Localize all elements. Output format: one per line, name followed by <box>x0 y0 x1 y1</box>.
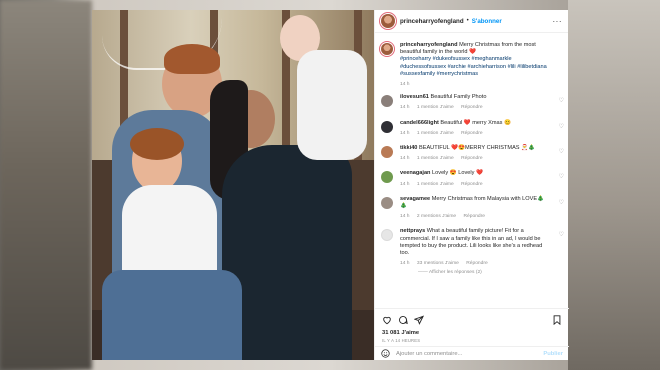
comment-username[interactable]: sevagamee <box>400 196 430 202</box>
comment-text: BEAUTIFUL ❤️😍MERRY CHRISTMAS 🎅🎄 <box>418 145 536 152</box>
comment-likes[interactable]: 1 mention J'aime <box>417 131 454 136</box>
caption-username[interactable]: princeharryofengland <box>400 42 458 48</box>
comment-likes[interactable]: 1 mention J'aime <box>417 182 454 187</box>
comment-likes[interactable]: 33 mentions J'aime <box>417 261 459 266</box>
comment-username[interactable]: veenagajan <box>400 170 430 176</box>
comment-username[interactable]: ilovesun61 <box>400 94 429 100</box>
add-comment-bar: Ajouter un commentaire... Publier <box>375 346 569 360</box>
background-blur-right <box>568 0 660 370</box>
reply-button[interactable]: Répondre <box>466 261 487 266</box>
comment-time: 14 h <box>400 261 410 267</box>
reply-button[interactable]: Répondre <box>461 182 482 187</box>
comment-text: Lovely 😍 Lovely ❤️ <box>432 170 483 177</box>
background-blur-left <box>0 0 92 370</box>
reply-button[interactable]: Répondre <box>464 214 485 219</box>
comment-username[interactable]: tikki40 <box>400 145 417 151</box>
bookmark-icon[interactable] <box>552 315 562 325</box>
comment-avatar[interactable] <box>381 146 393 159</box>
share-icon[interactable] <box>414 315 424 325</box>
comment-item: veenagajan Lovely 😍 Lovely ❤️ 14 h 1 men… <box>375 170 569 187</box>
publish-button[interactable]: Publier <box>543 351 563 357</box>
comment-avatar[interactable] <box>381 120 393 133</box>
comment-input[interactable]: Ajouter un commentaire... <box>396 351 462 357</box>
comment-username[interactable]: nettprays <box>400 228 425 234</box>
view-replies-button[interactable]: —— Afficher les réponses (2) <box>418 270 569 275</box>
post-username[interactable]: princeharryofengland <box>400 18 464 25</box>
comment-username[interactable]: candel666light <box>400 120 439 126</box>
reply-button[interactable]: Répondre <box>461 105 482 110</box>
caption-avatar[interactable] <box>381 43 393 55</box>
more-icon[interactable]: ··· <box>553 17 563 26</box>
comment-time: 14 h <box>400 181 410 187</box>
heart-icon[interactable]: ♡ <box>559 199 564 206</box>
comment-item: sevagamee Merry Christmas from Malaysia … <box>375 196 569 221</box>
post-date: IL Y A 14 HEURES <box>382 338 421 343</box>
comment-avatar[interactable] <box>381 95 393 108</box>
reply-button[interactable]: Répondre <box>461 156 482 161</box>
comment-icon[interactable] <box>398 315 408 325</box>
comment-avatar[interactable] <box>381 229 393 242</box>
heart-icon[interactable] <box>382 315 392 325</box>
heart-icon[interactable]: ♡ <box>559 231 564 238</box>
comment-time: 14 h <box>400 156 410 162</box>
comment-text: Beautiful Family Photo <box>430 94 487 101</box>
comment-time: 14 h <box>400 214 410 220</box>
comment-avatar[interactable] <box>381 171 393 184</box>
caption: princeharryofengland Merry Christmas fro… <box>375 42 569 88</box>
follow-button[interactable]: S'abonner <box>472 18 502 25</box>
caption-hashtags[interactable]: #princeharry #dukeofsussex #meghanmarkle… <box>400 56 550 78</box>
heart-icon[interactable]: ♡ <box>559 148 564 155</box>
comment-likes[interactable]: 1 mention J'aime <box>417 156 454 161</box>
comment-item: ilovesun61 Beautiful Family Photo 14 h 1… <box>375 94 569 111</box>
reply-button[interactable]: Répondre <box>461 131 482 136</box>
likes-count[interactable]: 31 081 J'aime <box>382 330 562 336</box>
caption-time: 14 h <box>400 82 410 88</box>
comment-item: candel666light Beautiful ❤️ merry Xmas 😊… <box>375 120 569 137</box>
comment-likes[interactable]: 1 mention J'aime <box>417 105 454 110</box>
comments-list[interactable]: princeharryofengland Merry Christmas fro… <box>375 33 569 308</box>
post-actions: 31 081 J'aime IL Y A 14 HEURES <box>375 308 569 343</box>
separator-dot: • <box>466 18 469 24</box>
post-photo[interactable] <box>92 10 374 360</box>
comment-item: tikki40 BEAUTIFUL ❤️😍MERRY CHRISTMAS 🎅🎄 … <box>375 145 569 162</box>
heart-icon[interactable]: ♡ <box>559 173 564 180</box>
comment-item: nettprays What a beautiful family pictur… <box>375 228 569 267</box>
comment-time: 14 h <box>400 105 410 111</box>
comment-text: Beautiful ❤️ merry Xmas 😊 <box>440 119 511 126</box>
comment-time: 14 h <box>400 130 410 136</box>
post-side-panel: princeharryofengland • S'abonner ··· pri… <box>374 10 569 360</box>
instagram-post: princeharryofengland • S'abonner ··· pri… <box>92 10 569 360</box>
heart-icon[interactable]: ♡ <box>559 123 564 130</box>
comment-likes[interactable]: 2 mentions J'aime <box>417 214 456 219</box>
heart-icon[interactable]: ♡ <box>559 97 564 104</box>
emoji-icon[interactable] <box>381 349 390 358</box>
post-header: princeharryofengland • S'abonner ··· <box>375 10 568 33</box>
comment-avatar[interactable] <box>381 196 393 209</box>
avatar[interactable] <box>381 14 395 28</box>
